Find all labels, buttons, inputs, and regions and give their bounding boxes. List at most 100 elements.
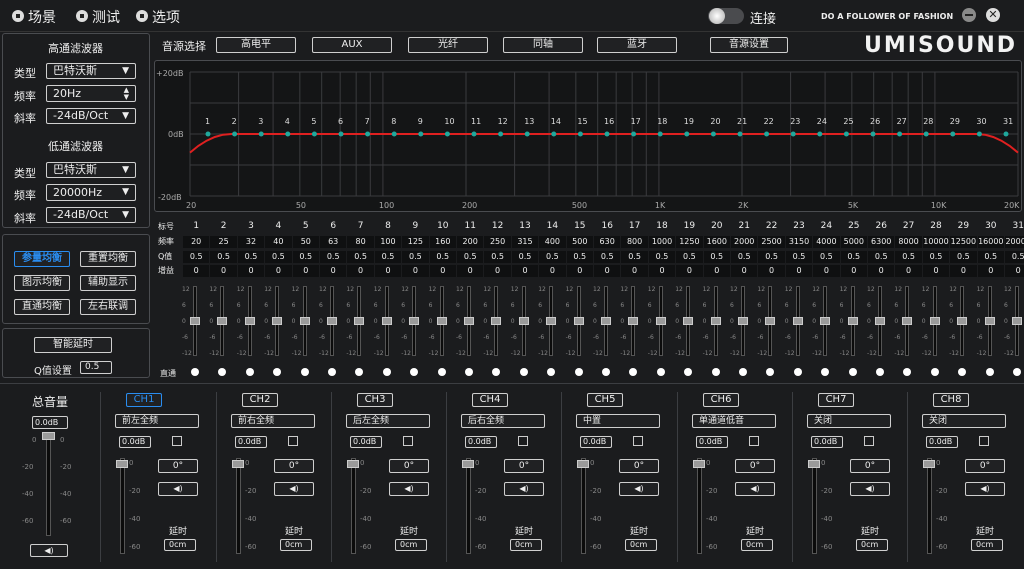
eq-band-point[interactable] [684,131,690,137]
source-button-5[interactable]: 音源设置 [710,37,788,53]
hp-freq-spin[interactable]: 20Hz ▲ ▼ [46,85,136,102]
bypass-dot[interactable] [437,368,446,376]
bypass-dot[interactable] [492,368,501,376]
bypass-dot[interactable] [821,368,830,376]
band-gain[interactable]: 0 [621,265,648,277]
eq-mode-button-1[interactable]: 重置均衡 [80,251,136,267]
band-gain[interactable]: 0 [840,265,867,277]
band-q[interactable]: 0.5 [566,251,593,263]
band-freq[interactable]: 315 [511,236,539,248]
band-gain[interactable]: 0 [676,265,703,277]
eq-slider-handle[interactable] [217,317,228,325]
channel-checkbox[interactable] [979,436,989,446]
band-q[interactable]: 0.5 [1005,251,1024,263]
eq-slider-handle[interactable] [272,317,283,325]
eq-slider-handle[interactable] [436,317,447,325]
channel-name-button[interactable]: CH5 [587,393,623,407]
channel-fader-handle[interactable] [693,460,705,468]
band-freq[interactable]: 20 [183,236,210,248]
bypass-dot[interactable] [1013,368,1021,376]
channel-checkbox[interactable] [518,436,528,446]
band-freq[interactable]: 80 [347,236,374,248]
eq-band-point[interactable] [232,131,238,137]
channel-name-button[interactable]: CH8 [933,393,969,407]
band-q[interactable]: 0.5 [621,251,648,263]
bypass-dot[interactable] [191,368,199,376]
band-gain[interactable]: 0 [183,265,210,277]
bypass-dot[interactable] [656,368,665,376]
bypass-dot[interactable] [519,368,528,376]
channel-fader-track[interactable] [581,458,586,554]
eq-band-point[interactable] [258,131,264,137]
channel-db-display[interactable]: 0.0dB [119,436,151,448]
band-freq[interactable]: 100 [374,236,402,248]
band-freq[interactable]: 32 [237,236,265,248]
eq-band-point[interactable] [870,131,876,137]
connect-toggle[interactable] [708,8,744,24]
band-q[interactable]: 0.5 [950,251,977,263]
band-freq[interactable]: 2000 [731,236,758,248]
source-button-2[interactable]: 光纤 [408,37,488,53]
channel-checkbox[interactable] [288,436,298,446]
bypass-dot[interactable] [684,368,693,376]
band-freq[interactable]: 20000 [1005,236,1024,248]
bypass-dot[interactable] [574,368,583,376]
channel-name-button[interactable]: CH6 [703,393,739,407]
bypass-dot[interactable] [328,368,336,376]
eq-slider-handle[interactable] [573,317,584,325]
channel-fader-handle[interactable] [808,460,820,468]
channel-checkbox[interactable] [864,436,874,446]
eq-band-point[interactable] [657,131,663,137]
channel-mute-button[interactable]: ◀) [274,482,314,496]
band-q[interactable]: 0.5 [895,251,922,263]
eq-response-graph[interactable]: +20dB0dB-20dB20 50 100 200 500 1K 2K 5K 10K 20K1 2… [154,60,1022,212]
eq-band-point[interactable] [338,131,344,137]
eq-band-point[interactable] [631,131,637,137]
eq-band-point[interactable] [524,131,530,137]
band-gain[interactable]: 0 [785,265,813,277]
band-freq[interactable]: 10000 [922,236,950,248]
band-q[interactable]: 0.5 [785,251,813,263]
channel-route-select[interactable]: 单通道低音 [692,414,776,428]
bypass-dot[interactable] [218,368,227,376]
channel-route-select[interactable]: 后右全频 [461,414,545,428]
bypass-dot[interactable] [876,368,884,376]
band-freq[interactable]: 800 [621,236,648,248]
bypass-dot[interactable] [903,368,912,376]
eq-slider-handle[interactable] [765,317,776,325]
eq-band-point[interactable] [843,131,849,137]
bypass-dot[interactable] [410,368,419,376]
channel-delay-input[interactable]: 0cm [510,539,542,551]
band-q[interactable]: 0.5 [539,251,566,263]
eq-band-point[interactable] [976,131,982,137]
band-gain[interactable]: 0 [539,265,566,277]
channel-route-select[interactable]: 中置 [576,414,660,428]
channel-delay-input[interactable]: 0cm [395,539,427,551]
channel-route-select[interactable]: 关闭 [807,414,891,428]
eq-slider-handle[interactable] [683,317,694,325]
eq-slider-handle[interactable] [381,317,392,325]
eq-band-point[interactable] [551,131,557,137]
band-freq[interactable]: 6300 [868,236,895,248]
band-q[interactable]: 0.5 [183,251,210,263]
eq-band-point[interactable] [897,131,903,137]
channel-mute-button[interactable]: ◀) [619,482,659,496]
channel-delay-input[interactable]: 0cm [164,539,196,551]
master-db-display[interactable]: 0.0dB [32,416,68,429]
eq-band-point[interactable] [737,131,743,137]
eq-slider-handle[interactable] [628,317,639,325]
channel-phase-button[interactable]: 0° [850,459,890,473]
band-q[interactable]: 0.5 [402,251,429,263]
channel-delay-input[interactable]: 0cm [856,539,888,551]
eq-band-point[interactable] [817,131,823,137]
band-gain[interactable]: 0 [813,265,840,277]
band-q[interactable]: 0.5 [703,251,730,263]
eq-band-point[interactable] [604,131,610,137]
channel-db-display[interactable]: 0.0dB [926,436,958,448]
channel-checkbox[interactable] [403,436,413,446]
channel-fader-handle[interactable] [232,460,244,468]
bypass-dot[interactable] [245,368,254,376]
eq-mode-button-0[interactable]: 参量均衡 [14,251,70,267]
eq-slider-handle[interactable] [546,317,557,325]
lp-type-select[interactable]: 巴特沃斯 ▼ [46,162,136,178]
